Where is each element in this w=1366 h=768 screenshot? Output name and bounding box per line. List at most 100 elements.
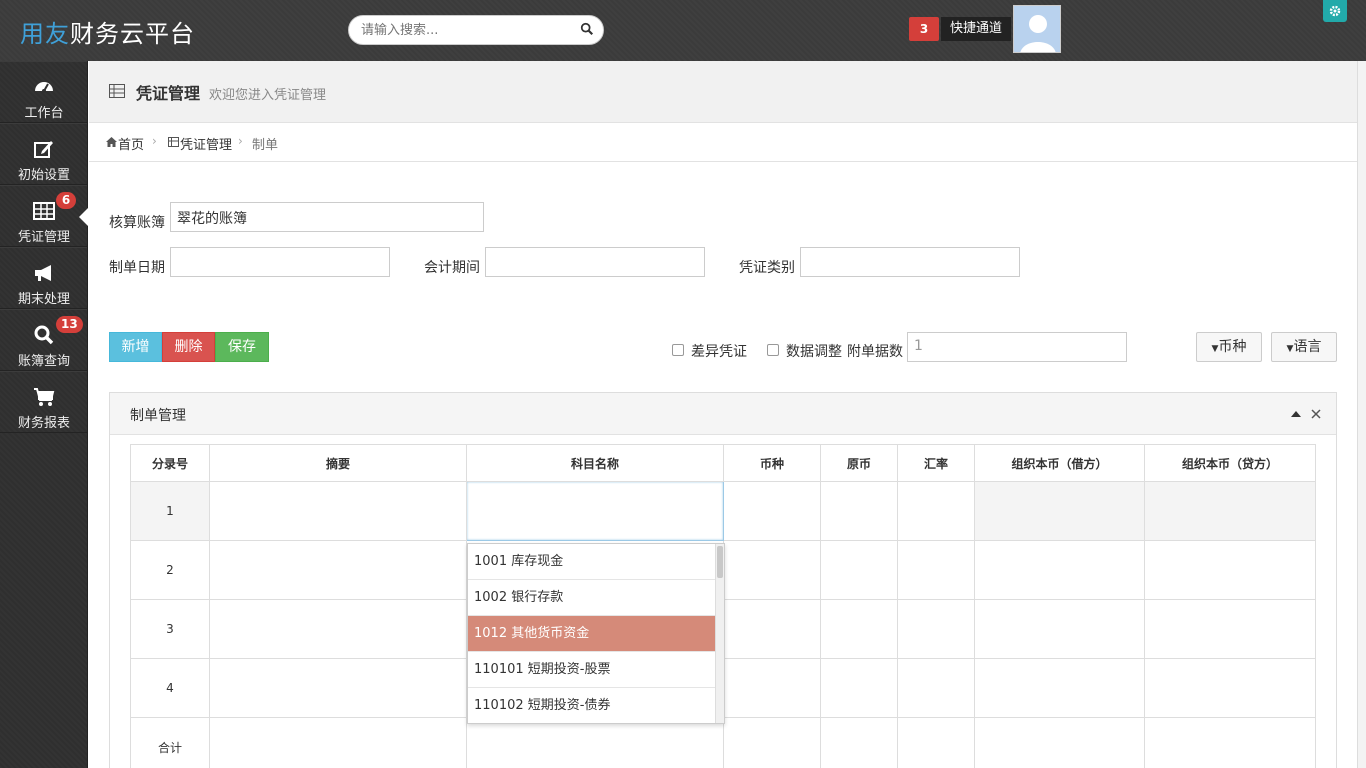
column-header: 摘要 (209, 444, 467, 482)
original-amount-cell[interactable] (820, 481, 898, 541)
voucher-type-field[interactable] (800, 247, 1020, 277)
sidebar-item-label: 凭证管理 (17, 230, 70, 245)
debit-cell[interactable] (974, 658, 1145, 718)
search-box (348, 15, 604, 45)
column-header: 组织本币（借方） (974, 444, 1145, 482)
original-amount-cell[interactable] (820, 540, 898, 600)
user-avatar[interactable] (1013, 5, 1061, 53)
bullhorn-icon (35, 265, 51, 281)
add-button[interactable]: 新增 (109, 332, 162, 362)
sidebar-item-period-end[interactable]: 期末处理 (0, 247, 87, 309)
collapse-icon[interactable] (1291, 410, 1301, 418)
scrollbar-thumb[interactable] (717, 546, 723, 578)
list-item[interactable]: 110102 短期投资-债券 (468, 688, 716, 723)
currency-cell[interactable] (723, 481, 821, 541)
attachments-label: 附单据数 (847, 344, 903, 360)
date-field[interactable] (170, 247, 390, 277)
panel-header: 制单管理 (110, 393, 1336, 435)
attachments-field[interactable]: 1 (907, 332, 1127, 362)
credit-cell[interactable] (1144, 658, 1316, 718)
sidebar-item-initial-settings[interactable]: 初始设置 (0, 123, 87, 185)
sidebar-item-financial-reports[interactable]: 财务报表 (0, 371, 87, 433)
column-header: 分录号 (130, 444, 210, 482)
total-label-cell: 合计 (130, 717, 210, 768)
column-header: 原币 (820, 444, 898, 482)
list-item[interactable]: 1012 其他货币资金 (468, 616, 716, 652)
column-header: 组织本币（贷方） (1144, 444, 1316, 482)
period-label: 会计期间 (424, 260, 480, 276)
page-subtitle: 欢迎您进入凭证管理 (209, 88, 327, 103)
sidebar-item-workbench[interactable]: 工作台 (0, 61, 87, 123)
language-label: 语言 (1293, 339, 1322, 355)
currency-cell[interactable] (723, 658, 821, 718)
sidebar-item-voucher-management[interactable]: 6 凭证管理 (0, 185, 88, 247)
total-cell (466, 717, 724, 768)
table-icon (168, 137, 179, 147)
total-cell (209, 717, 467, 768)
search-icon[interactable] (580, 22, 594, 36)
debit-cell[interactable] (974, 540, 1145, 600)
credit-cell[interactable] (1144, 540, 1316, 600)
account-name-cell[interactable] (466, 481, 724, 541)
summary-cell[interactable] (209, 599, 467, 659)
exchange-rate-cell[interactable] (897, 599, 975, 659)
debit-cell[interactable] (974, 599, 1145, 659)
breadcrumb-home[interactable]: 首页 (118, 134, 144, 153)
ledger-field[interactable]: 翠花的账簿 (170, 202, 484, 232)
summary-cell[interactable] (209, 481, 467, 541)
table-icon (109, 84, 125, 98)
language-dropdown[interactable]: ▼语言 (1271, 332, 1337, 362)
save-button[interactable]: 保存 (215, 332, 269, 362)
list-item[interactable]: 1002 银行存款 (468, 580, 716, 616)
original-amount-cell[interactable] (820, 658, 898, 718)
brand-logo[interactable]: 用友财务云平台 (20, 14, 195, 49)
summary-cell[interactable] (209, 540, 467, 600)
dropdown-scrollbar[interactable] (715, 544, 724, 723)
sidebar-item-label: 初始设置 (17, 168, 70, 183)
column-header: 币种 (723, 444, 821, 482)
summary-cell[interactable] (209, 658, 467, 718)
period-field[interactable] (485, 247, 705, 277)
entry-number-cell: 2 (130, 540, 210, 600)
sidebar-item-label: 期末处理 (17, 292, 70, 307)
entry-number-cell: 3 (130, 599, 210, 659)
breadcrumb-section[interactable]: 凭证管理 (180, 134, 232, 153)
diff-voucher-label: 差异凭证 (691, 344, 747, 360)
total-cell (974, 717, 1145, 768)
sidebar-item-label: 财务报表 (17, 416, 70, 431)
original-amount-cell[interactable] (820, 599, 898, 659)
diff-voucher-checkbox[interactable] (672, 344, 684, 356)
breadcrumb-separator: › (152, 134, 157, 148)
currency-dropdown[interactable]: ▼币种 (1196, 332, 1262, 362)
list-item[interactable]: 110101 短期投资-股票 (468, 652, 716, 688)
ledger-count-badge: 13 (56, 316, 83, 333)
notification-badge[interactable]: 3 (909, 17, 939, 41)
panel-title: 制单管理 (130, 408, 186, 424)
debit-cell[interactable] (974, 481, 1145, 541)
close-icon[interactable] (1311, 409, 1321, 419)
credit-cell[interactable] (1144, 599, 1316, 659)
date-label: 制单日期 (109, 260, 165, 276)
currency-cell[interactable] (723, 599, 821, 659)
quick-access-button[interactable]: 快捷通道 (941, 17, 1011, 41)
sidebar-item-ledger-query[interactable]: 13 账簿查询 (0, 309, 87, 371)
exchange-rate-cell[interactable] (897, 658, 975, 718)
cart-icon (34, 388, 55, 406)
credit-cell[interactable] (1144, 481, 1316, 541)
list-item[interactable]: 1001 库存现金 (468, 544, 716, 580)
ledger-label: 核算账簿 (109, 215, 165, 231)
currency-label: 币种 (1218, 339, 1247, 355)
dashboard-icon (35, 82, 53, 93)
data-adjust-checkbox[interactable] (767, 344, 779, 356)
search-input[interactable] (361, 21, 571, 39)
settings-button[interactable] (1323, 0, 1347, 22)
total-cell (1144, 717, 1316, 768)
exchange-rate-cell[interactable] (897, 481, 975, 541)
voucher-type-label: 凭证类别 (739, 260, 795, 276)
delete-button[interactable]: 删除 (162, 332, 215, 362)
page-scrollbar[interactable] (1357, 61, 1366, 768)
currency-cell[interactable] (723, 540, 821, 600)
home-icon (106, 137, 117, 147)
exchange-rate-cell[interactable] (897, 540, 975, 600)
sidebar-item-label: 账簿查询 (17, 354, 70, 369)
